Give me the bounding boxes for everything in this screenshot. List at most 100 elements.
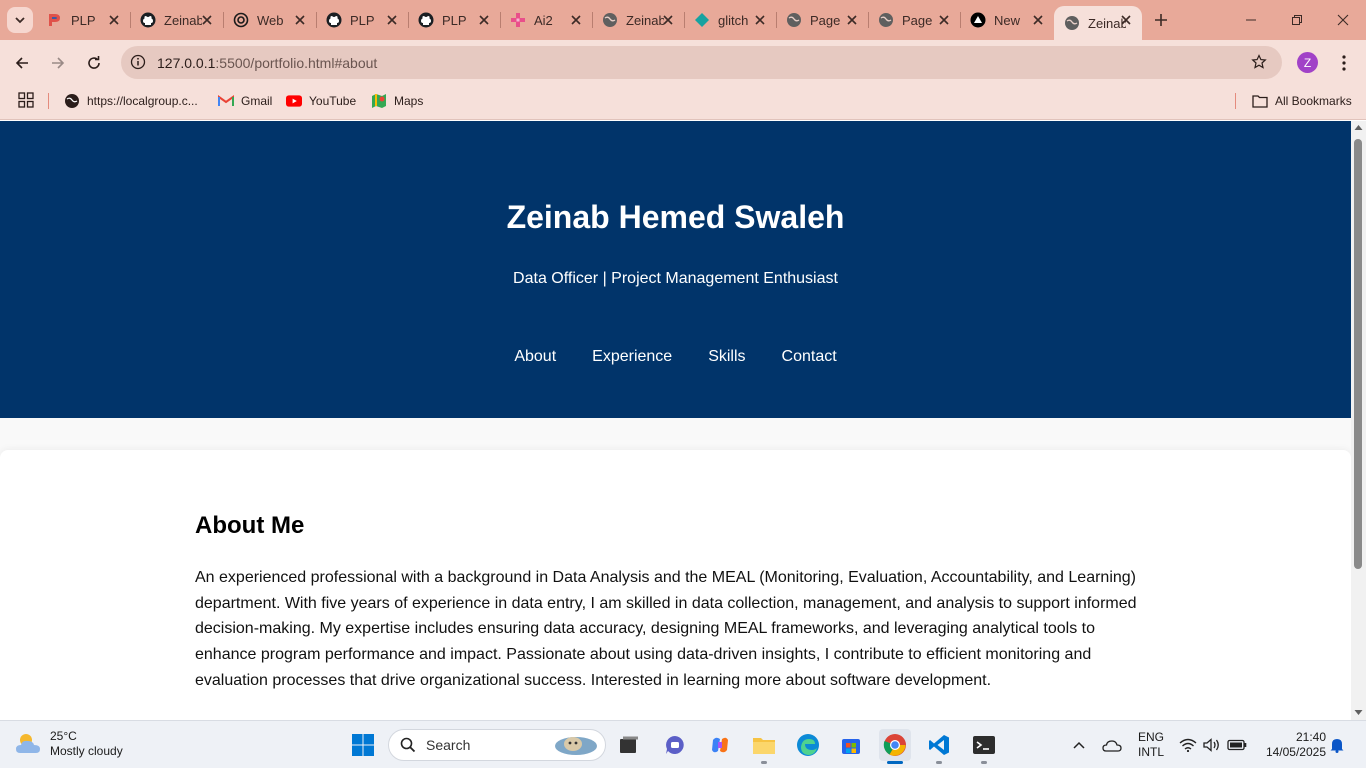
browser-tab[interactable]: Zeinab: [592, 8, 685, 32]
volume-icon[interactable]: [1203, 721, 1221, 768]
tab-label: glitch: [718, 12, 749, 28]
url-text[interactable]: 127.0.0.1:5500/portfolio.html#about: [157, 55, 377, 71]
bookmark-label: https://localgroup.c...: [87, 94, 198, 108]
tab-close-icon[interactable]: [936, 12, 952, 28]
menu-kebab-icon[interactable]: [1334, 52, 1354, 74]
bookmark-label: Gmail: [241, 94, 273, 108]
wifi-icon[interactable]: [1179, 721, 1197, 768]
running-indicator: [981, 761, 987, 764]
nav-link-skills[interactable]: Skills: [708, 348, 745, 366]
tab-close-icon[interactable]: [752, 12, 768, 28]
tab-label: Web: [257, 12, 284, 28]
scroll-down-icon: [1354, 710, 1363, 715]
notifications-bell-icon[interactable]: [1330, 721, 1344, 768]
browser-tab[interactable]: PLP: [316, 8, 409, 32]
glitch-icon: [694, 12, 710, 28]
scrollbar-thumb[interactable]: [1354, 139, 1362, 569]
close-window-button[interactable]: [1320, 6, 1366, 34]
tab-close-icon[interactable]: [292, 12, 308, 28]
start-button[interactable]: [347, 729, 379, 761]
openai-icon: [233, 12, 249, 28]
terminal-button[interactable]: [968, 729, 1000, 764]
chrome-button[interactable]: [879, 729, 911, 764]
minimize-icon: [1246, 19, 1256, 21]
profile-avatar[interactable]: Z: [1297, 52, 1318, 73]
browser-tab[interactable]: Zeinab: [130, 8, 224, 32]
task-view-button[interactable]: [613, 729, 645, 761]
file-explorer-button[interactable]: [748, 729, 780, 764]
search-highlight-icon: [555, 737, 597, 755]
windows-logo-icon: [352, 734, 374, 756]
teams-chat-button[interactable]: [659, 729, 691, 761]
windows-taskbar: 25°C Mostly cloudy Search ENG INTL 21:40…: [0, 720, 1366, 768]
tab-label: PLP: [350, 12, 375, 28]
tab-label: Page: [902, 12, 933, 28]
globe-icon: [64, 93, 80, 109]
tab-close-icon[interactable]: [384, 12, 400, 28]
tab-close-icon[interactable]: [199, 12, 215, 28]
tab-close-icon[interactable]: [1030, 12, 1046, 28]
browser-tab[interactable]: Page: [776, 8, 869, 32]
tab-close-icon[interactable]: [106, 12, 122, 28]
nav-link-experience[interactable]: Experience: [592, 348, 672, 366]
chat-icon: [666, 736, 684, 754]
minimize-button[interactable]: [1228, 6, 1274, 34]
vscode-button[interactable]: [923, 729, 955, 764]
page-subtitle: Data Officer | Project Management Enthus…: [513, 270, 838, 287]
site-info-icon[interactable]: [128, 52, 148, 72]
tab-label: Zeinab: [626, 12, 664, 28]
search-icon: [400, 737, 416, 753]
browser-tab[interactable]: PLP: [408, 8, 501, 32]
new-tab-button[interactable]: [1151, 10, 1171, 30]
forward-button[interactable]: [46, 51, 70, 75]
browser-tab[interactable]: glitch: [684, 8, 777, 32]
page-scrollbar[interactable]: [1351, 121, 1366, 720]
browser-tab[interactable]: Zeinab: [1054, 6, 1142, 40]
weather-widget[interactable]: 25°C Mostly cloudy: [14, 729, 123, 759]
nav-link-about[interactable]: About: [514, 348, 556, 366]
store-button[interactable]: [835, 729, 867, 761]
battery-icon[interactable]: [1227, 721, 1247, 768]
restore-button[interactable]: [1274, 6, 1320, 34]
browser-tab[interactable]: Page: [868, 8, 961, 32]
scroll-up-icon: [1354, 125, 1363, 130]
gmail-icon: [218, 93, 234, 109]
about-body: An experienced professional with a backg…: [195, 569, 1137, 689]
browser-tab[interactable]: Ai2: [500, 8, 593, 32]
address-bar[interactable]: 127.0.0.1:5500/portfolio.html#about: [121, 46, 1282, 79]
bookmark-maps[interactable]: Maps: [371, 91, 423, 111]
language-indicator[interactable]: ENG INTL: [1138, 721, 1164, 768]
browser-tab[interactable]: New: [960, 8, 1054, 32]
bookmark-youtube[interactable]: YouTube: [286, 91, 356, 111]
globe-icon: [878, 12, 894, 28]
reload-button[interactable]: [82, 51, 106, 75]
bookmark-gmail[interactable]: Gmail: [218, 91, 272, 111]
copilot-button[interactable]: [704, 729, 736, 761]
apps-grid-icon[interactable]: [18, 92, 36, 110]
onedrive-button[interactable]: [1102, 721, 1122, 768]
folder-icon: [753, 738, 775, 754]
taskbar-search[interactable]: Search: [388, 729, 606, 761]
bookmark-localgroup[interactable]: https://localgroup.c...: [64, 91, 198, 111]
tab-close-icon[interactable]: [660, 12, 676, 28]
url-host: 127.0.0.1: [157, 55, 216, 71]
weather-temp: 25°C: [50, 729, 77, 743]
clock-time: 21:40: [1295, 730, 1326, 744]
back-button[interactable]: [10, 51, 34, 75]
nav-link-contact[interactable]: Contact: [782, 348, 837, 366]
bookmark-star-icon[interactable]: [1250, 53, 1268, 71]
tab-close-icon[interactable]: [568, 12, 584, 28]
tab-close-icon[interactable]: [1118, 12, 1134, 28]
edge-button[interactable]: [792, 729, 824, 761]
tab-close-icon[interactable]: [844, 12, 860, 28]
tray-overflow-button[interactable]: [1072, 721, 1086, 768]
tab-close-icon[interactable]: [476, 12, 492, 28]
all-bookmarks-button[interactable]: All Bookmarks: [1252, 91, 1352, 111]
tab-search-button[interactable]: [7, 7, 33, 33]
edge-icon: [797, 734, 819, 756]
browser-tab[interactable]: Web: [223, 8, 317, 32]
hero-header: Zeinab Hemed Swaleh Data Officer | Proje…: [0, 121, 1351, 418]
clock[interactable]: 21:40 14/05/2025: [1256, 730, 1326, 760]
chrome-icon: [883, 734, 906, 756]
browser-tab[interactable]: PLP: [37, 8, 131, 32]
